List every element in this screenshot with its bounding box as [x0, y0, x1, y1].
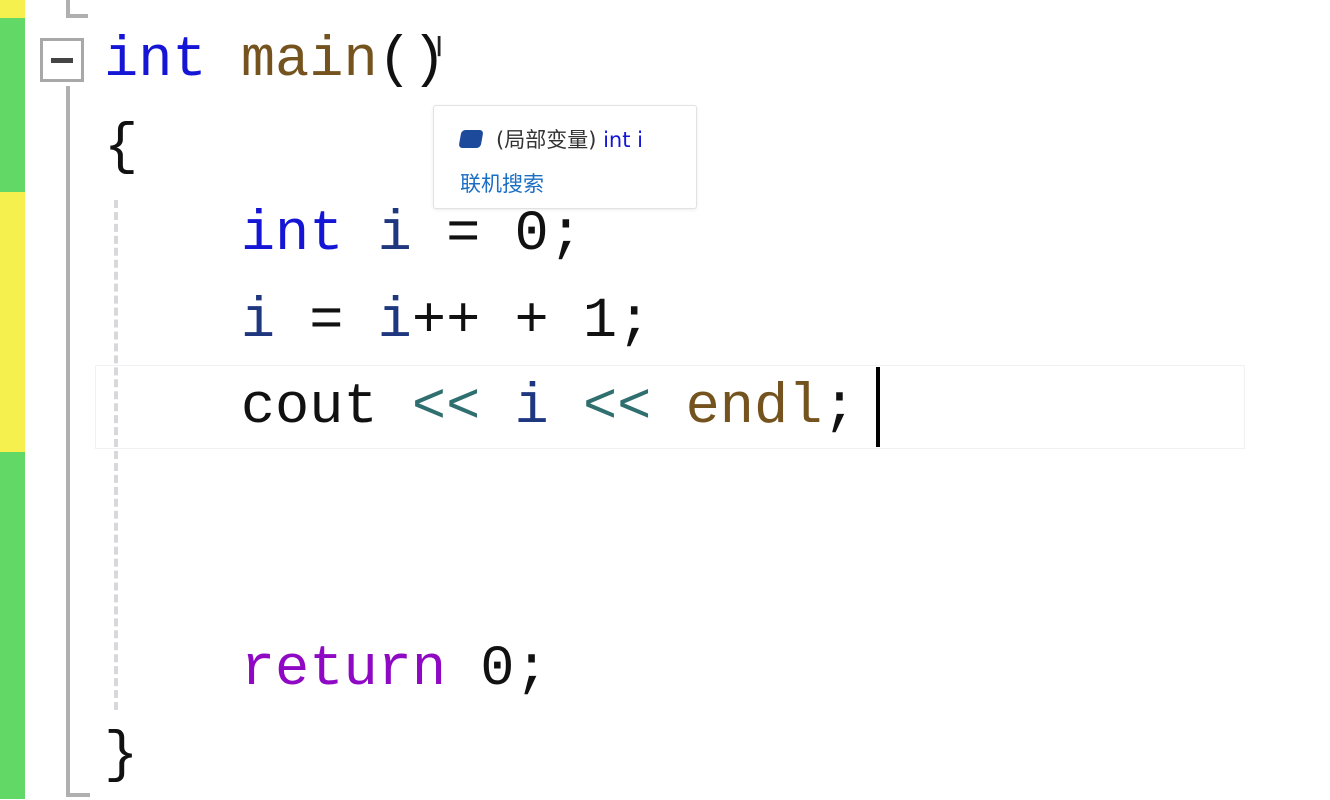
- code-line[interactable]: {: [104, 105, 138, 192]
- mouse-ibeam-cursor-icon: I: [435, 30, 444, 63]
- local-variable-cube-icon: [458, 130, 484, 148]
- code-line[interactable]: cout << i << endl;: [104, 365, 857, 452]
- code-line[interactable]: i = i++ + 1;: [104, 279, 652, 366]
- quickinfo-tooltip: (局部变量) int i 联机搜索: [433, 105, 697, 209]
- change-marker-unsaved: [0, 0, 25, 18]
- change-marker-saved: [0, 452, 25, 799]
- online-search-link[interactable]: 联机搜索: [460, 168, 544, 198]
- fold-line: [66, 14, 88, 18]
- tooltip-signature: int i: [603, 128, 643, 152]
- code-line[interactable]: }: [104, 713, 138, 800]
- code-line[interactable]: int main(): [104, 18, 446, 105]
- fold-line: [66, 793, 90, 797]
- change-marker-saved: [0, 18, 25, 192]
- code-line[interactable]: return 0;: [104, 627, 549, 714]
- text-caret: [876, 367, 880, 447]
- change-marker-unsaved: [0, 192, 25, 452]
- fold-line: [66, 86, 70, 797]
- collapse-icon[interactable]: [40, 38, 84, 82]
- tooltip-kind: (局部变量): [496, 128, 597, 152]
